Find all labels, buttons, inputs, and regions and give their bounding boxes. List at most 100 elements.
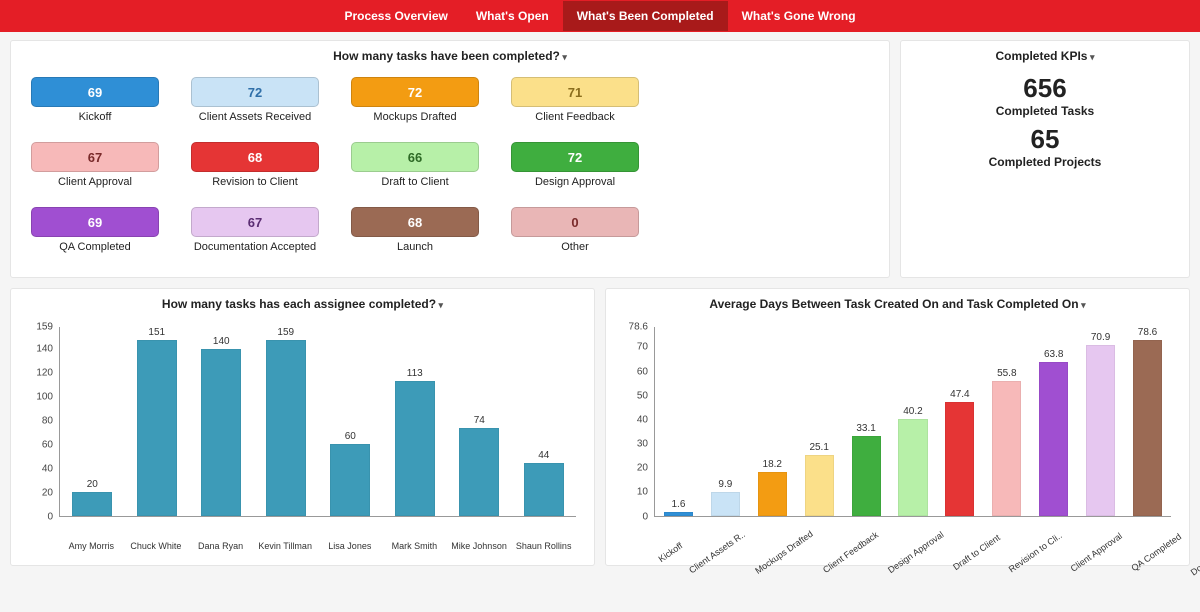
stage-box[interactable]: 71 — [511, 77, 639, 107]
x-label: Client Approval — [1069, 530, 1124, 573]
stage-box[interactable]: 0 — [511, 207, 639, 237]
nav-tab-what-s-open[interactable]: What's Open — [462, 1, 563, 31]
bar-rect[interactable] — [1039, 362, 1068, 515]
bar-rect[interactable] — [758, 472, 787, 516]
x-label: Amy Morris — [59, 541, 124, 551]
stage-label: Kickoff — [31, 111, 159, 124]
stage-box[interactable]: 67 — [191, 207, 319, 237]
stage-box[interactable]: 67 — [31, 142, 159, 172]
stage-box[interactable]: 72 — [191, 77, 319, 107]
bar-mark-smith[interactable]: 113 — [383, 327, 448, 516]
stage-documentation-accepted[interactable]: 67Documentation Accepted — [185, 207, 325, 254]
stage-box[interactable]: 68 — [351, 207, 479, 237]
bar-rect[interactable] — [330, 444, 370, 515]
bar-rect[interactable] — [711, 492, 740, 516]
bar-chuck-white[interactable]: 151 — [125, 327, 190, 516]
stage-box[interactable]: 72 — [351, 77, 479, 107]
bar-rect[interactable] — [898, 419, 927, 516]
nav-tab-what-s-been-completed[interactable]: What's Been Completed — [563, 1, 728, 31]
bar-rect[interactable] — [1133, 340, 1162, 516]
stage-label: Client Assets Received — [191, 111, 319, 124]
bar-value: 1.6 — [672, 499, 686, 510]
bar-value: 40.2 — [903, 406, 922, 417]
nav-tab-process-overview[interactable]: Process Overview — [330, 1, 461, 31]
bar-rect[interactable] — [395, 381, 435, 515]
x-label: Kevin Tillman — [253, 541, 318, 551]
days-chart-title[interactable]: Average Days Between Task Created On and… — [618, 297, 1177, 311]
bar-client-feedback[interactable]: 25.1 — [796, 327, 843, 516]
bar-shaun-rollins[interactable]: 44 — [512, 327, 577, 516]
bar-qa-completed[interactable]: 63.8 — [1030, 327, 1077, 516]
stage-other[interactable]: 0Other — [505, 207, 645, 254]
bar-rect[interactable] — [664, 512, 693, 516]
days-bar-chart: 1.69.918.225.133.140.247.455.863.870.978… — [618, 321, 1177, 551]
bar-value: 74 — [474, 415, 485, 426]
bar-kickoff[interactable]: 1.6 — [655, 327, 702, 516]
bar-kevin-tillman[interactable]: 159 — [254, 327, 319, 516]
stage-client-feedback[interactable]: 71Client Feedback — [505, 77, 645, 124]
stage-box[interactable]: 72 — [511, 142, 639, 172]
x-label: Dana Ryan — [188, 541, 253, 551]
stage-label: Client Approval — [31, 176, 159, 189]
y-tick: 10 — [618, 487, 648, 498]
bar-value: 47.4 — [950, 389, 969, 400]
bar-rect[interactable] — [1086, 345, 1115, 515]
stage-box[interactable]: 69 — [31, 207, 159, 237]
bar-rect[interactable] — [852, 436, 881, 516]
x-label: Client Assets R.. — [687, 529, 747, 575]
stage-client-approval[interactable]: 67 Client Approval — [25, 142, 165, 189]
stage-client-assets-received[interactable]: 72 Client Assets Received — [185, 77, 325, 124]
x-label: Mark Smith — [382, 541, 447, 551]
bar-mike-johnson[interactable]: 74 — [447, 327, 512, 516]
stage-box[interactable]: 68 — [191, 142, 319, 172]
bar-revision-to-cli-[interactable]: 47.4 — [936, 327, 983, 516]
assignee-chart-title[interactable]: How many tasks has each assignee complet… — [23, 297, 582, 311]
stage-box[interactable]: 69 — [31, 77, 159, 107]
nav-tab-what-s-gone-wrong[interactable]: What's Gone Wrong — [728, 1, 870, 31]
y-tick: 78.6 — [618, 321, 648, 332]
stage-mockups-drafted[interactable]: 72 Mockups Drafted — [345, 77, 485, 124]
stage-revision-to-client[interactable]: 68Revision to Client — [185, 142, 325, 189]
bar-rect[interactable] — [72, 492, 112, 516]
bar-rect[interactable] — [266, 340, 306, 516]
bar-documentation-a-[interactable]: 70.9 — [1077, 327, 1124, 516]
kpi-card: Completed KPIs 656 Completed Tasks 65 Co… — [900, 40, 1190, 278]
bar-value: 113 — [407, 368, 423, 379]
x-label: Client Feedback — [821, 529, 880, 575]
bar-design-approval[interactable]: 33.1 — [843, 327, 890, 516]
bar-rect[interactable] — [945, 402, 974, 516]
assignee-bar-chart: 2015114015960113744402040608010012014015… — [23, 321, 582, 551]
flow-card-title[interactable]: How many tasks have been completed? — [23, 49, 877, 63]
bar-launch[interactable]: 78.6 — [1124, 327, 1171, 516]
bar-value: 55.8 — [997, 368, 1016, 379]
bar-mockups-drafted[interactable]: 18.2 — [749, 327, 796, 516]
stage-qa-completed[interactable]: 69QA Completed — [25, 207, 165, 254]
stage-draft-to-client[interactable]: 66Draft to Client — [345, 142, 485, 189]
stage-box[interactable]: 66 — [351, 142, 479, 172]
bar-rect[interactable] — [459, 428, 499, 516]
stage-launch[interactable]: 68Launch — [345, 207, 485, 254]
bar-rect[interactable] — [524, 463, 564, 515]
bar-dana-ryan[interactable]: 140 — [189, 327, 254, 516]
bar-draft-to-client[interactable]: 40.2 — [890, 327, 937, 516]
bar-lisa-jones[interactable]: 60 — [318, 327, 383, 516]
bar-rect[interactable] — [137, 340, 177, 516]
bar-rect[interactable] — [805, 455, 834, 515]
bar-client-approval[interactable]: 55.8 — [983, 327, 1030, 516]
bar-value: 44 — [538, 450, 549, 461]
stage-design-approval[interactable]: 72Design Approval — [505, 142, 645, 189]
stage-label: Mockups Drafted — [351, 111, 479, 124]
y-tick: 30 — [618, 439, 648, 450]
stage-kickoff[interactable]: 69 Kickoff — [25, 77, 165, 124]
y-tick: 50 — [618, 390, 648, 401]
bar-rect[interactable] — [992, 381, 1021, 515]
y-tick: 20 — [23, 487, 53, 498]
bar-client-assets-r-[interactable]: 9.9 — [702, 327, 749, 516]
bar-value: 63.8 — [1044, 349, 1063, 360]
x-label: Mockups Drafted — [753, 528, 814, 575]
y-tick: 120 — [23, 368, 53, 379]
bar-amy-morris[interactable]: 20 — [60, 327, 125, 516]
bar-rect[interactable] — [201, 349, 241, 515]
kpi-card-title[interactable]: Completed KPIs — [913, 49, 1177, 63]
x-label: QA Completed — [1129, 531, 1183, 573]
